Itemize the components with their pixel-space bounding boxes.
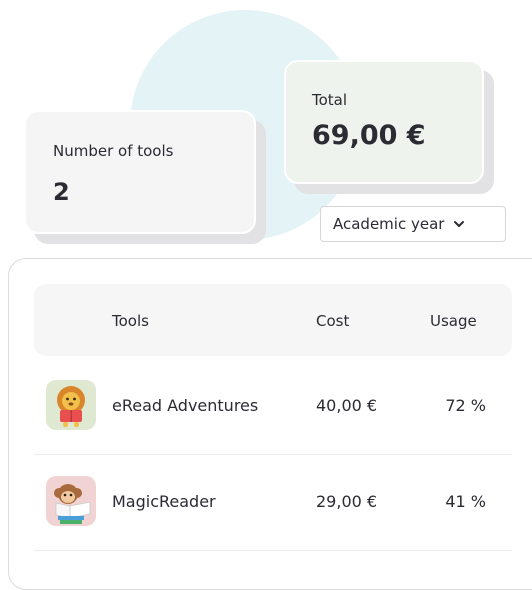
tools-count-label: Number of tools [53,142,174,160]
tool-name: MagicReader [112,492,216,511]
header-usage: Usage [430,312,477,330]
table-row[interactable]: MagicReader 29,00 € 41 % [34,454,512,551]
header-cost: Cost [316,312,350,330]
chevron-down-icon [454,221,465,227]
tool-cost: 40,00 € [316,396,378,415]
tool-name: eRead Adventures [112,396,259,415]
tools-count-card: Number of tools 2 [24,110,256,234]
tool-cost: 29,00 € [316,492,378,511]
period-select-value: Academic year [333,215,445,233]
total-label: Total [312,91,348,109]
period-select[interactable]: Academic year [320,206,506,242]
lion-reading-icon [46,380,96,430]
header-tools: Tools [112,312,149,330]
total-value: 69,00 € [312,120,426,151]
monkey-reading-icon [46,476,96,526]
total-card: Total 69,00 € [284,60,484,184]
tool-usage: 41 % [445,492,486,511]
table-row[interactable]: eRead Adventures 40,00 € 72 % [34,358,512,455]
tool-usage: 72 % [445,396,486,415]
tools-count-value: 2 [53,178,70,206]
